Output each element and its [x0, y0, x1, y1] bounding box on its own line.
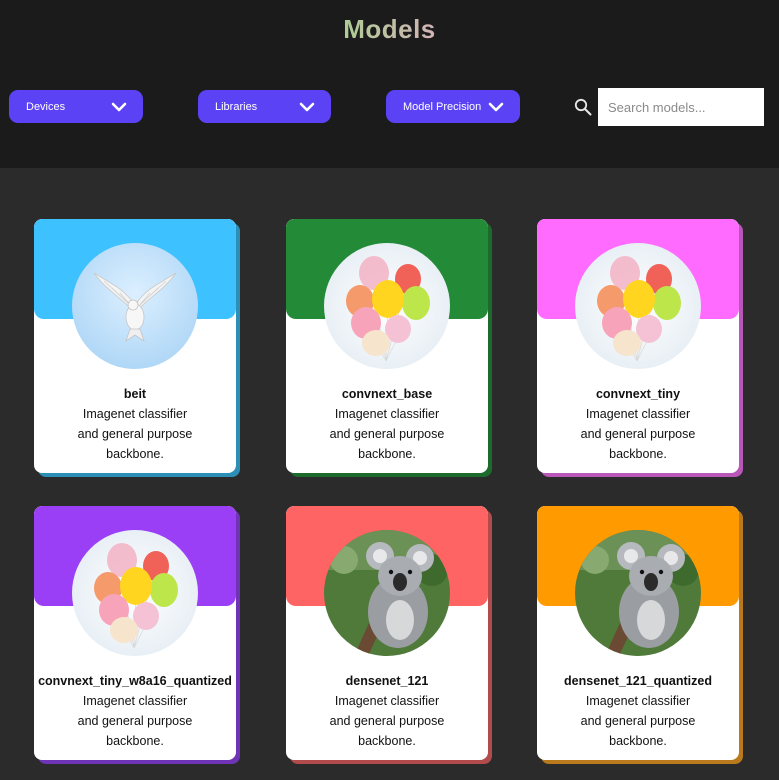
search-input[interactable]: [598, 88, 764, 126]
model-card[interactable]: convnext_tiny Imagenet classifier and ge…: [537, 219, 739, 473]
model-card[interactable]: densenet_121 Imagenet classifier and gen…: [286, 506, 488, 760]
model-card[interactable]: beit Imagenet classifier and general pur…: [34, 219, 236, 473]
model-description-line: Imagenet classifier: [82, 694, 188, 708]
model-description-line: Imagenet classifier: [585, 407, 691, 421]
model-name: densenet_121_quantized: [564, 674, 712, 688]
model-description-line: backbone.: [609, 734, 667, 748]
model-description-line: Imagenet classifier: [82, 407, 188, 421]
model-card[interactable]: densenet_121_quantized Imagenet classifi…: [537, 506, 739, 760]
model-precision-dropdown-label: Model Precision: [403, 100, 482, 113]
model-name: convnext_tiny_w8a16_quantized: [38, 674, 232, 688]
libraries-dropdown[interactable]: Libraries: [198, 90, 331, 123]
model-description-line: backbone.: [358, 447, 416, 461]
libraries-dropdown-label: Libraries: [215, 100, 258, 113]
top-header: Models Devices Libraries Model Precision: [0, 0, 779, 168]
model-description-line: and general purpose: [580, 427, 696, 441]
chevron-down-icon: [111, 102, 127, 111]
chevron-down-icon: [488, 102, 504, 111]
model-description-line: and general purpose: [329, 714, 445, 728]
model-name: convnext_tiny: [595, 387, 681, 401]
model-name: beit: [123, 387, 147, 401]
model-card[interactable]: convnext_base Imagenet classifier and ge…: [286, 219, 488, 473]
model-description-line: backbone.: [106, 447, 164, 461]
devices-dropdown[interactable]: Devices: [9, 90, 143, 123]
page-title: Models: [0, 14, 779, 45]
model-description-line: Imagenet classifier: [585, 694, 691, 708]
model-description-line: backbone.: [106, 734, 164, 748]
search-icon[interactable]: [574, 98, 592, 116]
model-image: [575, 530, 701, 656]
model-image: [72, 530, 198, 656]
model-description-line: and general purpose: [580, 714, 696, 728]
model-image: [324, 243, 450, 369]
model-name: densenet_121: [345, 674, 429, 688]
model-description-line: and general purpose: [77, 714, 193, 728]
model-card[interactable]: convnext_tiny_w8a16_quantized Imagenet c…: [34, 506, 236, 760]
model-description-line: and general purpose: [77, 427, 193, 441]
model-description-line: and general purpose: [329, 427, 445, 441]
model-name: convnext_base: [341, 387, 433, 401]
model-description-line: backbone.: [609, 447, 667, 461]
model-image: [575, 243, 701, 369]
model-description-line: Imagenet classifier: [334, 407, 440, 421]
model-description-line: Imagenet classifier: [334, 694, 440, 708]
devices-dropdown-label: Devices: [26, 100, 66, 113]
model-image: [72, 243, 198, 369]
model-precision-dropdown[interactable]: Model Precision: [386, 90, 520, 123]
chevron-down-icon: [299, 102, 315, 111]
model-image: [324, 530, 450, 656]
model-description-line: backbone.: [358, 734, 416, 748]
